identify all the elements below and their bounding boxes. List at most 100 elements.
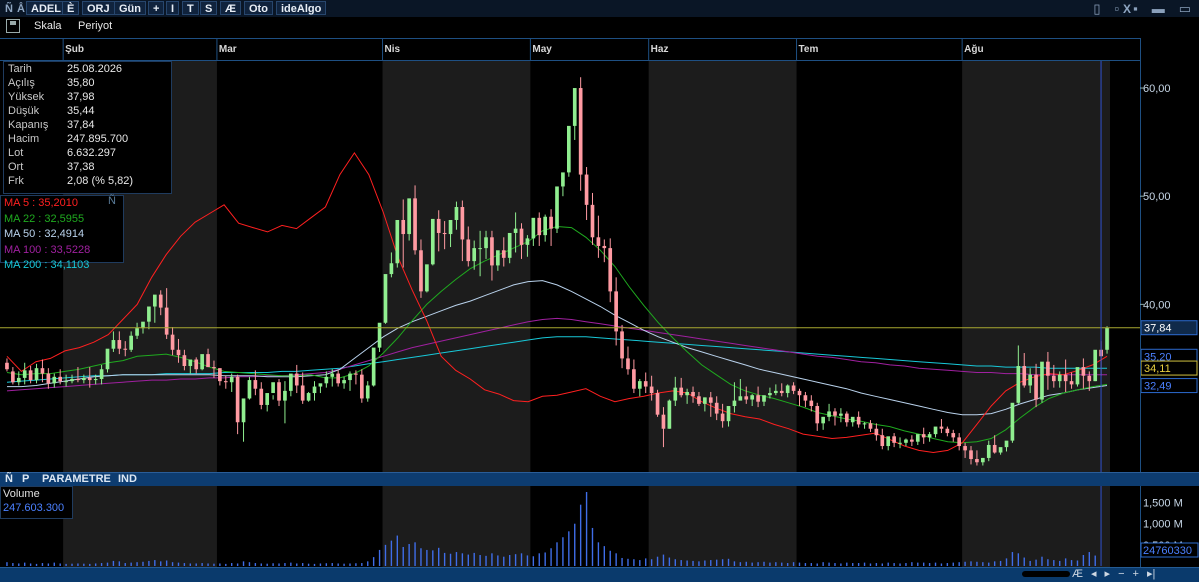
candle-body <box>862 423 867 425</box>
window-icon-2[interactable]: ▫ <box>1114 1 1119 16</box>
candle-body <box>1051 375 1056 382</box>
candle-body <box>910 439 914 442</box>
p-tab[interactable]: P <box>22 473 29 486</box>
candle-body <box>123 348 128 350</box>
candle-body <box>679 387 684 396</box>
indicator-tab-bar: Ñ P PARAMETRE IND <box>0 472 1199 486</box>
window-controls: ▯ ▫ ▪ ▬ ▭ <box>1079 0 1191 17</box>
candle-body <box>336 373 340 384</box>
ma-22-label[interactable]: MA 22 : 32,5955 <box>1 212 123 228</box>
price-label-text: 37,84 <box>1144 323 1172 335</box>
candle-body <box>218 368 222 382</box>
candle-body <box>667 400 672 429</box>
ae-icon[interactable]: Æ <box>1072 568 1083 580</box>
t-button[interactable]: T <box>182 1 199 15</box>
candle-body <box>164 307 169 335</box>
candle-body <box>1075 367 1080 385</box>
skala-button[interactable]: Skala <box>34 20 62 32</box>
volume-label: Volume <box>3 488 40 500</box>
candle-body <box>141 321 145 329</box>
ind-tab[interactable]: IND <box>118 473 137 486</box>
idealgo-button[interactable]: ideAlgo <box>276 1 327 15</box>
candle-body <box>561 172 565 187</box>
candle-body <box>703 397 707 404</box>
save-icon[interactable] <box>6 19 20 33</box>
left-arrow-icon[interactable]: ◂ <box>1091 568 1097 580</box>
end-icon[interactable]: ▸| <box>1147 568 1155 580</box>
parametre-tab[interactable]: PARAMETRE <box>42 473 111 486</box>
volume-chart[interactable]: 1,500 M1,000 M0,500 M24760330 <box>0 486 1199 567</box>
info-value: 25.08.2026 <box>67 63 123 75</box>
i-button[interactable]: I <box>166 1 180 15</box>
month-label: May <box>532 44 552 55</box>
candle-body <box>46 373 51 384</box>
info-row-yuksek: Yüksek 37,98 <box>4 90 171 104</box>
candle-body <box>543 216 548 236</box>
window-icon-4[interactable]: ▬ <box>1152 1 1165 16</box>
info-row-lot: Lot 6.632.297 <box>4 146 171 160</box>
plus-button[interactable]: + <box>148 1 165 15</box>
candle-body <box>283 390 287 401</box>
candle-body <box>306 393 311 401</box>
candle-body <box>673 387 678 401</box>
n-tab-icon[interactable]: Ñ <box>5 473 13 486</box>
candle-body <box>708 397 713 403</box>
info-value: 6.632.297 <box>67 147 116 159</box>
candle-body <box>472 248 477 262</box>
candle-body <box>744 396 749 400</box>
candle-body <box>1063 374 1068 382</box>
candle-body <box>1028 374 1032 386</box>
ma-settings-icon[interactable]: Ñ <box>108 195 116 207</box>
ma-5-label[interactable]: MA 5 : 35,2010 <box>1 196 123 212</box>
candle-body <box>590 204 595 238</box>
zoom-in-icon[interactable]: + <box>1133 568 1139 580</box>
window-icon-3[interactable]: ▪ <box>1133 1 1138 16</box>
candle-body <box>915 434 920 442</box>
orj-button[interactable]: ORJ <box>82 1 115 15</box>
info-value: 2,08 (% 5,82) <box>67 175 134 187</box>
info-value: 37,38 <box>67 161 95 173</box>
candle-body <box>531 217 536 239</box>
candle-body <box>981 457 985 463</box>
candle-body <box>1004 440 1009 448</box>
price-chart[interactable]: 37,8435,2034,1132,49 Şub Mar Nis May Haz Tem A… <box>0 38 1199 472</box>
symbol-button[interactable]: ADEL <box>26 1 66 15</box>
ma-100-label[interactable]: MA 100 : 33,5228 <box>1 243 123 259</box>
candle-body <box>259 388 264 405</box>
candle-body <box>277 382 281 401</box>
e-button[interactable]: È <box>62 1 80 15</box>
candle-body <box>643 381 648 387</box>
volume-info-panel: Volume 247.603.300 <box>0 486 73 519</box>
moving-average-legend: MA 5 : 35,2010 MA 22 : 32,5955 MA 50 : 3… <box>0 195 124 271</box>
s-button[interactable]: S <box>200 1 218 15</box>
candle-body <box>354 373 358 375</box>
ma-200-label[interactable]: MA 200 : 34,1103 <box>1 258 123 274</box>
candle-body <box>998 447 1003 453</box>
candle-body <box>253 380 258 389</box>
candle-body <box>70 378 74 382</box>
candle-body <box>525 238 530 245</box>
candle-body <box>649 386 654 394</box>
ae-button[interactable]: Æ <box>220 1 241 15</box>
ma-50-label[interactable]: MA 50 : 32,4914 <box>1 227 123 243</box>
window-icon-5[interactable]: ▭ <box>1179 1 1191 16</box>
info-row-ort: Ort 37,38 <box>4 160 171 174</box>
oto-button[interactable]: Oto <box>244 1 273 15</box>
zoom-out-icon[interactable]: − <box>1118 568 1124 580</box>
candle-body <box>685 391 689 396</box>
candle-body <box>809 400 814 407</box>
price-tick-label: 40,00 <box>1143 299 1171 311</box>
candle-body <box>383 274 388 323</box>
candle-body <box>791 385 796 391</box>
gun-button[interactable]: Gün <box>114 1 146 15</box>
periyot-button[interactable]: Periyot <box>78 20 112 32</box>
candle-body <box>365 385 370 399</box>
candle-body <box>626 358 630 370</box>
candle-body <box>732 400 737 407</box>
scrollbar-thumb[interactable] <box>1022 571 1070 577</box>
candle-body <box>395 219 400 264</box>
candle-body <box>289 373 293 391</box>
window-icon-1[interactable]: ▯ <box>1093 1 1100 16</box>
right-arrow-icon[interactable]: ▸ <box>1105 568 1111 580</box>
candle-body <box>750 395 755 400</box>
